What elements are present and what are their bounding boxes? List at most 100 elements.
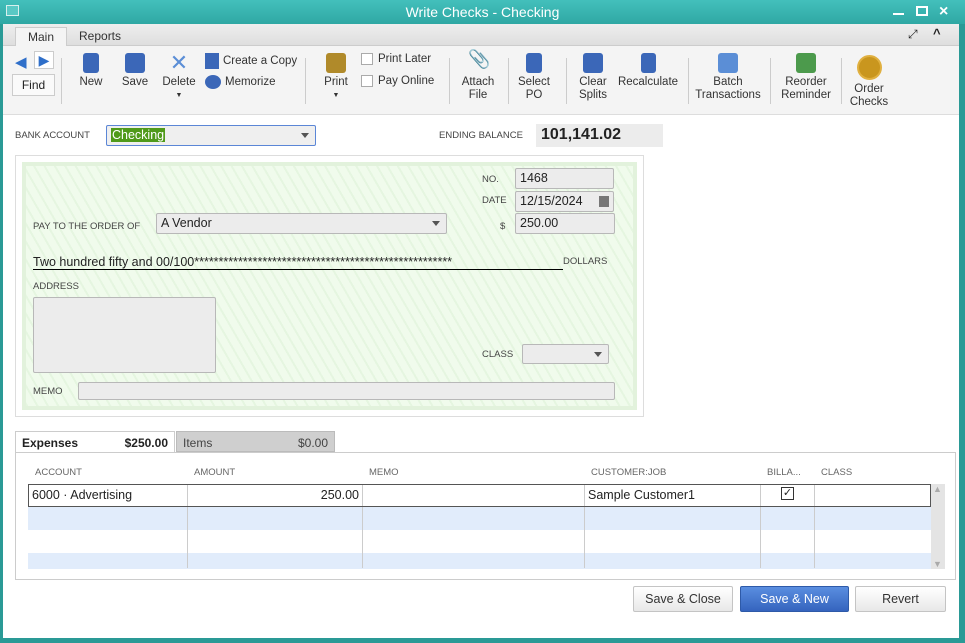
select-po-label-1: Select <box>518 76 550 88</box>
printer-icon <box>326 53 346 73</box>
previous-arrow-icon[interactable]: ◀ <box>15 53 27 71</box>
order-checks-icon <box>856 55 882 80</box>
ribbon-tabs: Main Reports ⤢ ^ <box>3 24 959 46</box>
amount-cell[interactable]: 250.00 <box>189 488 359 502</box>
class-dropdown[interactable] <box>522 344 609 364</box>
grid-body: 6000 · Advertising 250.00 Sample Custome… <box>28 484 931 569</box>
column-header-class[interactable]: CLASS <box>821 467 852 478</box>
bank-account-dropdown[interactable]: Checking <box>106 125 316 146</box>
toolbar: ◀ ▶ Find New Save ✕ Delete ▼ Create a Copy… <box>3 46 959 115</box>
class-label: CLASS <box>482 349 514 360</box>
expand-icon[interactable]: ⤢ <box>908 27 918 42</box>
recalculate-button[interactable]: Recalculate <box>617 53 679 89</box>
column-header-billable[interactable]: BILLA... <box>767 467 801 478</box>
delete-label: Delete <box>162 76 196 88</box>
bank-account-label: BANK ACCOUNT <box>15 130 90 141</box>
attach-label-1: Attach <box>461 76 495 88</box>
ending-balance: 101,141.02 <box>536 124 663 147</box>
new-document-icon <box>83 53 99 73</box>
account-cell[interactable]: 6000 · Advertising <box>32 488 132 502</box>
window-title: Write Checks - Checking <box>405 4 560 20</box>
create-copy-button[interactable]: Create a Copy <box>205 53 297 69</box>
print-later-checkbox[interactable]: Print Later <box>361 53 431 66</box>
batch-label-1: Batch <box>713 76 743 88</box>
delete-x-icon: ✕ <box>169 50 189 75</box>
attach-label-2: File <box>468 89 488 101</box>
memorize-button[interactable]: Memorize <box>205 75 275 89</box>
memorize-label: Memorize <box>225 76 276 89</box>
tab-reports[interactable]: Reports <box>67 27 133 46</box>
batch-transactions-button[interactable]: Batch Transactions <box>695 53 761 102</box>
clear-label-1: Clear <box>579 76 607 88</box>
reorder-label-2: Reminder <box>781 89 831 101</box>
items-amount: $0.00 <box>297 436 328 450</box>
payee-dropdown[interactable]: A Vendor <box>156 213 447 234</box>
revert-button[interactable]: Revert <box>855 586 946 612</box>
save-close-button[interactable]: Save & Close <box>633 586 733 612</box>
date-value: 12/15/2024 <box>520 194 583 208</box>
close-icon[interactable]: × <box>939 0 948 24</box>
order-label-1: Order <box>854 83 884 95</box>
clear-splits-button[interactable]: Clear Splits <box>575 53 611 102</box>
scroll-down-icon[interactable]: ▼ <box>933 559 942 569</box>
pay-online-label: Pay Online <box>378 75 435 88</box>
find-button[interactable]: Find <box>12 74 55 96</box>
select-po-label-2: PO <box>525 89 543 101</box>
paperclip-icon: 📎 <box>468 49 491 69</box>
column-header-memo[interactable]: MEMO <box>369 467 399 478</box>
tab-items[interactable]: Items $0.00 <box>176 431 335 452</box>
minimize-icon[interactable] <box>893 13 904 15</box>
amount-field[interactable]: 250.00 <box>515 213 615 234</box>
chevron-down-icon <box>301 133 309 138</box>
pay-online-checkbox[interactable]: Pay Online <box>361 75 434 88</box>
column-header-customer-job[interactable]: CUSTOMER:JOB <box>591 467 666 478</box>
scroll-up-icon[interactable]: ▲ <box>933 484 942 494</box>
write-checks-window: Main Reports ⤢ ^ ◀ ▶ Find New Save ✕ Dele… <box>3 24 959 638</box>
billable-checkbox[interactable]: ✓ <box>781 487 794 500</box>
maximize-icon[interactable] <box>916 6 928 16</box>
check-no-label: NO. <box>482 174 499 185</box>
bank-account-value: Checking <box>111 128 166 142</box>
column-header-amount[interactable]: AMOUNT <box>194 467 235 478</box>
copy-icon <box>205 53 219 69</box>
grid-scrollbar[interactable]: ▲ ▼ <box>931 484 945 569</box>
save-label: Save <box>121 76 149 88</box>
items-label: Items <box>183 436 213 450</box>
customer-job-cell[interactable]: Sample Customer1 <box>588 488 695 502</box>
new-button[interactable]: New <box>75 53 107 89</box>
date-field[interactable]: 12/15/2024 <box>515 191 614 212</box>
check-number-field[interactable]: 1468 <box>515 168 614 189</box>
select-po-button[interactable]: Select PO <box>516 53 552 102</box>
payee-value: A Vendor <box>161 216 212 230</box>
order-checks-button[interactable]: Order Checks <box>848 55 890 109</box>
ending-balance-label: ENDING BALANCE <box>439 130 523 141</box>
reorder-reminder-button[interactable]: Reorder Reminder <box>779 53 833 102</box>
date-label: DATE <box>482 195 507 206</box>
payee-label: PAY TO THE ORDER OF <box>33 221 141 232</box>
next-arrow-icon[interactable]: ▶ <box>34 51 54 69</box>
window-menu-icon[interactable] <box>6 5 19 16</box>
print-label: Print <box>324 76 348 88</box>
tab-main[interactable]: Main <box>15 27 68 46</box>
dollar-sign-label: $ <box>500 221 506 232</box>
calendar-icon[interactable] <box>599 196 609 207</box>
save-new-button[interactable]: Save & New <box>740 586 849 612</box>
chevron-down-icon <box>594 352 602 357</box>
collapse-ribbon-icon[interactable]: ^ <box>933 26 941 41</box>
column-header-account[interactable]: ACCOUNT <box>35 467 82 478</box>
address-field[interactable] <box>33 297 216 373</box>
delete-button[interactable]: ✕ Delete ▼ <box>160 50 198 102</box>
table-row[interactable]: 6000 · Advertising 250.00 Sample Custome… <box>28 484 931 507</box>
select-po-icon <box>526 53 542 73</box>
print-button[interactable]: Print ▼ <box>321 53 351 102</box>
print-later-label: Print Later <box>378 53 432 66</box>
address-label: ADDRESS <box>33 281 79 292</box>
attach-file-button[interactable]: 📎 Attach File <box>458 49 498 102</box>
memo-field[interactable] <box>78 382 615 400</box>
reorder-label-1: Reorder <box>785 76 827 88</box>
clear-label-2: Splits <box>578 89 608 101</box>
clear-splits-icon <box>583 53 603 73</box>
save-button[interactable]: Save <box>119 53 151 89</box>
tab-expenses[interactable]: Expenses $250.00 <box>15 431 175 453</box>
save-icon <box>125 53 145 73</box>
